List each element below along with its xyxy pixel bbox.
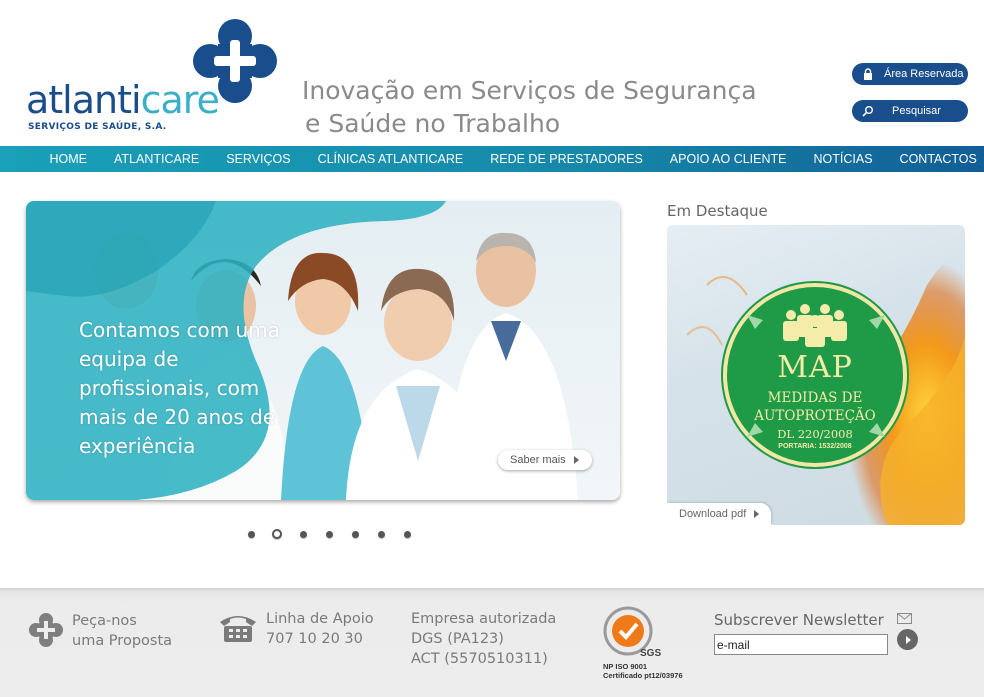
slider-dot-6[interactable]: [368, 528, 394, 540]
sgs-line-2: Certificado pt12/03976: [603, 671, 683, 680]
linha-apoio-number: 707 10 20 30: [266, 631, 363, 647]
empresa-line-1: Empresa autorizada: [411, 611, 557, 627]
map-badge-portaria: PORTARIA: 1532/2008: [778, 443, 852, 450]
tagline-line-1: Inovação em Serviços de Segurança: [302, 76, 757, 105]
reserved-area-label: Área Reservada: [884, 68, 964, 80]
arrow-right-icon: [754, 510, 760, 518]
destaque-heading: Em Destaque: [667, 202, 768, 220]
svg-text:SGS: SGS: [640, 648, 661, 659]
slider-dot-4[interactable]: [316, 528, 342, 540]
slider-dot-5[interactable]: [342, 528, 368, 540]
nav-item-contactos[interactable]: CONTACTOS: [886, 152, 984, 166]
download-pdf-label: Download pdf: [679, 508, 747, 520]
map-badge: MAP MEDIDAS DE AUTOPROTEÇÃO DL 220/2008 …: [723, 283, 907, 467]
saber-mais-label: Saber mais: [510, 454, 566, 466]
search-button[interactable]: Pesquisar: [852, 100, 968, 122]
destaque-banner[interactable]: MAP MEDIDAS DE AUTOPROTEÇÃO DL 220/2008 …: [667, 225, 965, 525]
map-badge-line-2: AUTOPROTEÇÃO: [754, 408, 876, 424]
linha-apoio-title: Linha de Apoio: [266, 611, 374, 627]
proposta-link[interactable]: Peça-nos uma Proposta: [72, 611, 172, 651]
atlanticare-logo[interactable]: atlanticare SERVIÇOS DE SAÚDE, S.A.: [26, 18, 286, 138]
linha-apoio: Linha de Apoio 707 10 20 30: [266, 609, 374, 649]
site-footer: Peça-nos uma Proposta Linha de Apoio 707…: [0, 588, 984, 697]
proposta-line-2: uma Proposta: [72, 633, 173, 649]
nav-item-servicos[interactable]: SERVIÇOS: [213, 152, 304, 166]
arrow-right-icon: [906, 635, 911, 644]
envelope-icon: [897, 613, 912, 624]
sgs-line-1: NP ISO 9001: [603, 662, 648, 671]
map-badge-dl: DL 220/2008: [777, 427, 853, 441]
slider-dot-3[interactable]: [290, 528, 316, 540]
telephone-icon: [220, 616, 256, 642]
nav-item-home[interactable]: HOME: [36, 152, 101, 166]
newsletter-title: Subscrever Newsletter: [714, 611, 884, 629]
slider-dot-2[interactable]: [264, 528, 290, 540]
tagline-line-2: e Saúde no Trabalho: [305, 109, 561, 138]
header-tagline: Inovação em Serviços de Segurança e Saúd…: [302, 74, 757, 140]
arrow-right-icon: [573, 456, 579, 464]
slider-dot-1[interactable]: [238, 528, 264, 540]
logo-subtitle: SERVIÇOS DE SAÚDE, S.A.: [28, 122, 167, 132]
empresa-autorizada: Empresa autorizada DGS (PA123) ACT (5570…: [411, 609, 556, 669]
map-badge-title: MAP: [777, 350, 853, 385]
sgs-certification-text: NP ISO 9001 Certificado pt12/03976: [603, 662, 683, 680]
hero-caption: Contamos com uma equipa de profissionais…: [79, 318, 280, 458]
people-group-icon: [783, 304, 847, 347]
proposta-line-1: Peça-nos: [72, 613, 137, 629]
search-icon: [862, 106, 873, 117]
search-label: Pesquisar: [892, 105, 941, 117]
map-badge-line-1: MEDIDAS DE: [767, 390, 863, 406]
reserved-area-button[interactable]: Área Reservada: [852, 63, 968, 85]
care-cross-icon[interactable]: [28, 612, 64, 648]
nav-item-clinicas[interactable]: CLÍNICAS ATLANTICARE: [304, 152, 477, 166]
lock-icon: [864, 68, 872, 80]
newsletter-submit-button[interactable]: [897, 629, 918, 650]
nav-item-apoio-cliente[interactable]: APOIO AO CLIENTE: [656, 152, 800, 166]
nav-item-rede-prestadores[interactable]: REDE DE PRESTADORES: [477, 152, 657, 166]
empresa-line-2: DGS (PA123): [411, 631, 504, 647]
empresa-line-3: ACT (5570510311): [411, 651, 548, 667]
newsletter-email-input[interactable]: [714, 634, 888, 655]
download-pdf-button[interactable]: Download pdf: [667, 503, 771, 525]
main-nav: HOME ATLANTICARE SERVIÇOS CLÍNICAS ATLAN…: [0, 146, 984, 172]
saber-mais-button[interactable]: Saber mais: [498, 450, 592, 470]
logo-wordmark: atlanticare: [26, 78, 220, 122]
site-header: atlanticare SERVIÇOS DE SAÚDE, S.A. Inov…: [0, 0, 984, 146]
slider-dot-7[interactable]: [394, 528, 420, 540]
nav-item-noticias[interactable]: NOTÍCIAS: [800, 152, 886, 166]
slider-pagination: [238, 528, 420, 540]
nav-item-atlanticare[interactable]: ATLANTICARE: [101, 152, 213, 166]
hero-slider[interactable]: Contamos com uma equipa de profissionais…: [26, 201, 620, 500]
